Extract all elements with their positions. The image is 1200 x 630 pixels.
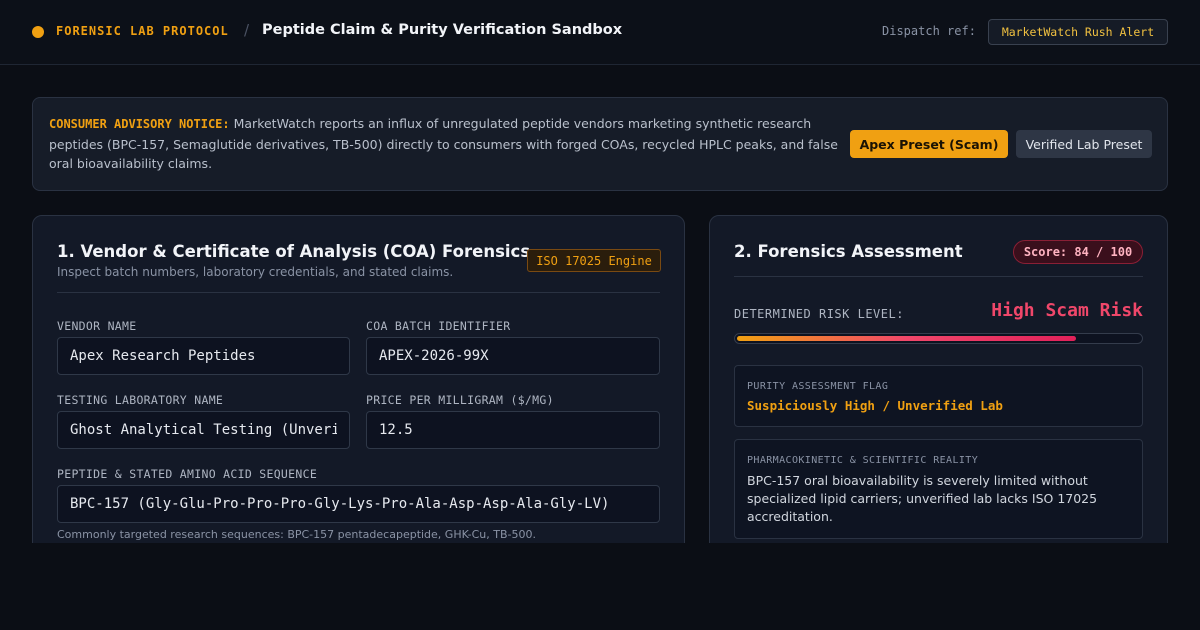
dispatch-label: Dispatch ref: [882,24,976,38]
brand-label: FORENSIC LAB PROTOCOL [56,24,229,38]
purity-card-flag: Suspiciously High / Unverified Lab [747,398,1003,413]
batch-id-label: COA BATCH IDENTIFIER [366,319,511,333]
pk-card-title: PHARMACOKINETIC & SCIENTIFIC REALITY [747,455,979,466]
sequence-hint: Commonly targeted research sequences: BP… [57,528,536,541]
price-per-mg-label: PRICE PER MILLIGRAM ($/MG) [366,393,554,407]
risk-level-label: DETERMINED RISK LEVEL: [734,307,904,321]
dispatch-ref-badge: MarketWatch Rush Alert [988,19,1168,45]
risk-score-fill [737,336,1076,341]
coa-forensics-panel: 1. Vendor & Certificate of Analysis (COA… [32,215,685,555]
batch-id-input[interactable] [366,337,660,375]
lab-name-input[interactable] [57,411,350,449]
pk-card-text: BPC-157 oral bioavailability is severely… [747,473,1098,524]
iso-engine-badge: ISO 17025 Engine [527,249,661,272]
lab-name-label: TESTING LABORATORY NAME [57,393,224,407]
vendor-name-input[interactable] [57,337,350,375]
assessment-panel-title: 2. Forensics Assessment [734,242,963,261]
coa-panel-divider [57,292,660,293]
purity-assessment-card: PURITY ASSESSMENT FLAG Suspiciously High… [734,365,1143,427]
sequence-input[interactable] [57,485,660,523]
risk-score-bar [734,333,1143,344]
apex-preset-button[interactable]: Apex Preset (Scam) [850,130,1008,158]
vendor-name-label: VENDOR NAME [57,319,137,333]
advisory-text-block: CONSUMER ADVISORY NOTICE: MarketWatch re… [49,114,839,174]
advisory-label: CONSUMER ADVISORY NOTICE: [49,117,230,131]
assessment-divider [734,276,1143,277]
top-bar: FORENSIC LAB PROTOCOL / Peptide Claim & … [0,0,1200,65]
coa-panel-title: 1. Vendor & Certificate of Analysis (COA… [57,242,531,261]
price-per-mg-input[interactable] [366,411,660,449]
page-title: Peptide Claim & Purity Verification Sand… [262,22,623,38]
consumer-advisory-banner: CONSUMER ADVISORY NOTICE: MarketWatch re… [32,97,1168,191]
breadcrumb-separator: / [244,21,250,39]
pharmacokinetic-reality-card: PHARMACOKINETIC & SCIENTIFIC REALITY BPC… [734,439,1143,539]
purity-card-title: PURITY ASSESSMENT FLAG [747,381,889,392]
sequence-label: PEPTIDE & STATED AMINO ACID SEQUENCE [57,467,318,481]
verified-lab-preset-button[interactable]: Verified Lab Preset [1016,130,1152,158]
score-badge: Score: 84 / 100 [1013,240,1143,264]
coa-panel-subtitle: Inspect batch numbers, laboratory creden… [57,265,454,279]
status-dot-icon [32,26,44,38]
risk-level-value: High Scam Risk [991,300,1143,321]
viewport-cutoff [0,543,1200,630]
forensics-assessment-panel: 2. Forensics Assessment Score: 84 / 100 … [709,215,1168,555]
